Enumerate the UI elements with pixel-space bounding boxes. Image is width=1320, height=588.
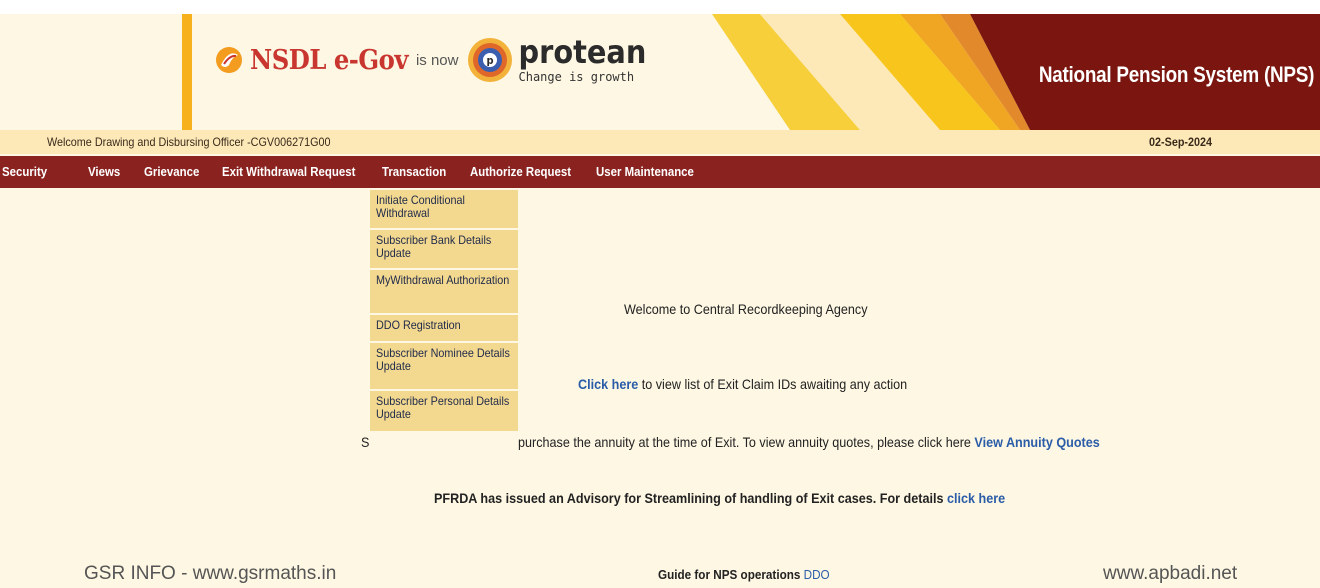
- dropdown-item-ddo-registration[interactable]: DDO Registration: [370, 315, 518, 343]
- menu-security[interactable]: Security: [2, 164, 47, 179]
- guide-ddo-link[interactable]: DDO: [804, 567, 830, 582]
- header-banner: NSDL e-Gov is now p protean Change is gr…: [0, 14, 1320, 130]
- welcome-user-text: Welcome Drawing and Disbursing Officer -…: [47, 135, 331, 149]
- watermark-right: www.apbadi.net: [1103, 563, 1238, 584]
- menu-user-maintenance[interactable]: User Maintenance: [596, 164, 694, 179]
- protean-emblem-icon: p: [467, 38, 512, 82]
- protean-wordmark: protean Change is growth: [519, 36, 647, 84]
- annuity-line: purchase the annuity at the time of Exit…: [518, 434, 1100, 450]
- top-margin: [0, 0, 1320, 14]
- guide-line: Guide for NPS operations DDO: [658, 567, 830, 582]
- dropdown-item-subscriber-personal-details-update[interactable]: Subscriber Personal Details Update: [370, 391, 518, 433]
- dropdown-item-label: Initiate Conditional Withdrawal: [376, 193, 465, 220]
- menu-grievance[interactable]: Grievance: [144, 164, 199, 179]
- advisory-line: PFRDA has issued an Advisory for Streaml…: [434, 490, 1005, 506]
- menu-views[interactable]: Views: [88, 164, 120, 179]
- dropdown-item-label: Subscriber Bank Details Update: [376, 233, 492, 260]
- dropdown-item-label: MyWithdrawal Authorization: [376, 273, 510, 287]
- menu-exit-withdrawal-request[interactable]: Exit Withdrawal Request: [222, 164, 355, 179]
- nsdl-leaf-icon: [216, 47, 242, 73]
- dropdown-item-label: DDO Registration: [376, 318, 461, 332]
- advisory-click-here-link[interactable]: click here: [947, 490, 1005, 506]
- nps-title: National Pension System (NPS): [1038, 62, 1315, 87]
- welcome-bar: Welcome Drawing and Disbursing Officer -…: [0, 130, 1320, 154]
- protean-tagline: Change is growth: [518, 70, 635, 84]
- protean-text: protean: [518, 33, 647, 71]
- welcome-cra-text: Welcome to Central Recordkeeping Agency: [624, 301, 868, 317]
- annuity-text: purchase the annuity at the time of Exit…: [518, 434, 975, 450]
- is-now-text: is now: [415, 51, 459, 69]
- menu-authorize-request[interactable]: Authorize Request: [470, 164, 571, 179]
- current-date: 02-Sep-2024: [1149, 135, 1213, 149]
- click-here-exit-claims-link[interactable]: Click here: [578, 376, 638, 392]
- dropdown-item-label: Subscriber Nominee Details Update: [376, 346, 510, 373]
- transaction-dropdown: Initiate Conditional Withdrawal Subscrib…: [370, 190, 518, 433]
- annuity-prefix: S: [361, 434, 370, 450]
- exit-claims-line: Click here to view list of Exit Claim ID…: [578, 376, 907, 392]
- guide-text: Guide for NPS operations: [658, 567, 804, 582]
- view-annuity-quotes-link[interactable]: View Annuity Quotes: [974, 434, 1099, 450]
- watermark-left: GSR INFO - www.gsrmaths.in: [84, 563, 337, 584]
- dropdown-item-mywithdrawal-authorization[interactable]: MyWithdrawal Authorization: [370, 270, 518, 315]
- dropdown-item-subscriber-bank-details-update[interactable]: Subscriber Bank Details Update: [370, 230, 518, 270]
- exit-claims-text: to view list of Exit Claim IDs awaiting …: [638, 376, 908, 392]
- nsdl-egov-logo: NSDL e-Gov is now p protean Change is gr…: [214, 36, 646, 84]
- dropdown-item-subscriber-nominee-details-update[interactable]: Subscriber Nominee Details Update: [370, 343, 518, 391]
- main-menu: Security Views Grievance Exit Withdrawal…: [0, 156, 1320, 188]
- menu-transaction[interactable]: Transaction: [382, 164, 446, 179]
- svg-text:p: p: [486, 54, 493, 67]
- dropdown-item-label: Subscriber Personal Details Update: [376, 394, 510, 421]
- dropdown-item-initiate-conditional-withdrawal[interactable]: Initiate Conditional Withdrawal: [370, 190, 518, 230]
- advisory-text: PFRDA has issued an Advisory for Streaml…: [434, 490, 947, 506]
- nsdl-logo-text: NSDL e-Gov: [250, 44, 408, 76]
